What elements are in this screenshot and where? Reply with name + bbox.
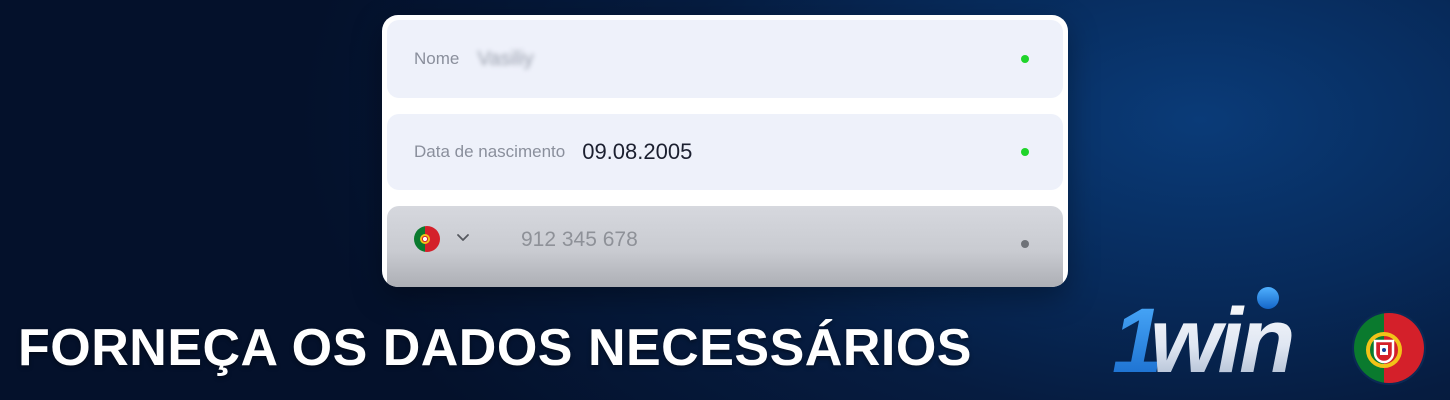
status-dot-icon (1021, 55, 1029, 63)
name-field-value[interactable]: Vasiliy (477, 48, 533, 71)
name-field-label: Nome (414, 49, 460, 68)
birthdate-field[interactable]: Data de nascimento 09.08.2005 (387, 114, 1063, 190)
portugal-flag-icon (1352, 311, 1426, 385)
phone-number-input[interactable]: 912 345 678 (521, 228, 638, 252)
chevron-down-icon[interactable] (455, 230, 471, 246)
status-dot-icon (1021, 148, 1029, 156)
portugal-flag-icon[interactable] (414, 226, 440, 252)
birthdate-field-label: Data de nascimento (414, 142, 566, 161)
page-headline: FORNEÇA OS DADOS NECESSÁRIOS (18, 319, 972, 377)
name-field[interactable]: Nome Vasiliy (387, 20, 1063, 98)
registration-form-card: Nome Vasiliy Data de nascimento 09.08.20… (382, 15, 1068, 287)
birthdate-field-value[interactable]: 09.08.2005 (582, 139, 692, 165)
1win-logo: 1 win (1112, 287, 1296, 385)
status-dot-icon (1021, 240, 1029, 248)
svg-text:win: win (1150, 290, 1292, 385)
phone-field[interactable]: 912 345 678 (387, 206, 1063, 287)
